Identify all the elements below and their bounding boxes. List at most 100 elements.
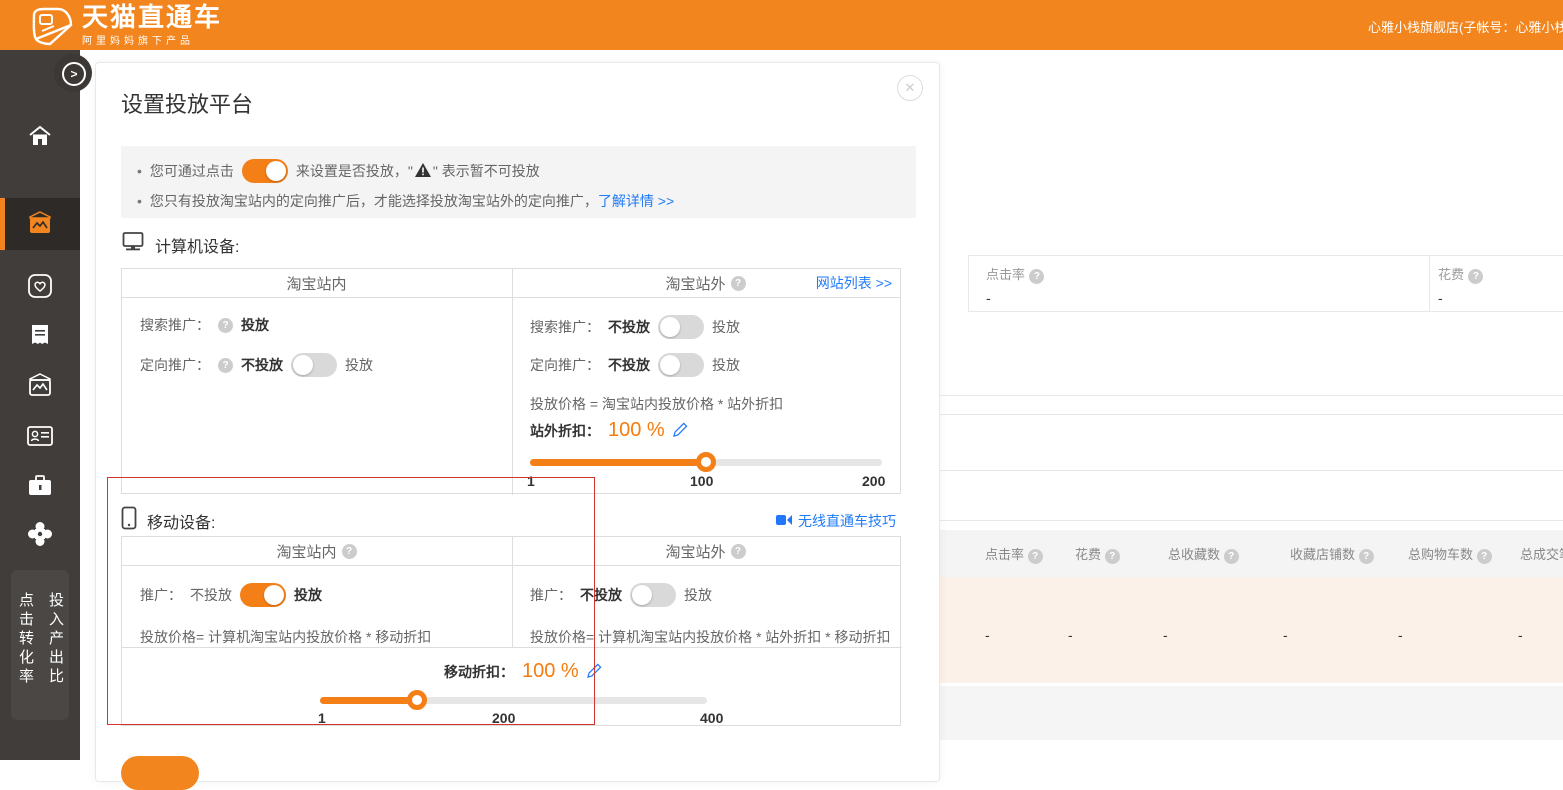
site-list-link[interactable]: 网站列表 >> bbox=[816, 273, 892, 293]
sidebar-item-apps[interactable] bbox=[0, 508, 80, 560]
mobile-section-title: 移动设备: bbox=[121, 506, 215, 535]
sidebar-item-favorites[interactable] bbox=[0, 260, 80, 312]
help-icon[interactable]: ? bbox=[342, 544, 357, 559]
table-row bbox=[940, 686, 1563, 740]
tick-min: 1 bbox=[318, 710, 326, 726]
computer-table: 淘宝站内 淘宝站外 ? 网站列表 >> 搜索推广： ? 投放 定向推广： ? 不… bbox=[121, 268, 901, 494]
close-icon[interactable]: ✕ bbox=[897, 75, 923, 101]
notice-text: 您只有投放淘宝站内的定向推广后，才能选择投放淘宝站外的定向推广， bbox=[150, 191, 598, 211]
computer-table-header: 淘宝站内 淘宝站外 ? 网站列表 >> bbox=[122, 269, 900, 298]
col-ctr: 点击率 ? bbox=[985, 544, 1043, 564]
sidebar-item-campaign-active[interactable] bbox=[0, 198, 80, 250]
ctr-value: - bbox=[986, 290, 1044, 306]
help-icon[interactable]: ? bbox=[1468, 269, 1483, 284]
pc-out-search-toggle[interactable] bbox=[658, 315, 704, 339]
tick-min: 1 bbox=[527, 473, 535, 489]
summary-metric-ctr: 点击率 ? - bbox=[986, 264, 1044, 306]
wireless-tips[interactable]: 无线直通车技巧 bbox=[776, 511, 896, 531]
sidebar: > 点击转化率 投入产出比 bbox=[0, 50, 80, 760]
active-indicator bbox=[0, 198, 5, 250]
sidebar-item-reports[interactable] bbox=[0, 310, 80, 362]
divider bbox=[940, 414, 1563, 415]
pc-out-target-toggle[interactable] bbox=[658, 353, 704, 377]
mobile-table-header: 淘宝站内 ? 淘宝站外 ? bbox=[122, 537, 900, 566]
divider bbox=[1429, 256, 1430, 311]
col-taobao-in: 淘宝站内 bbox=[122, 269, 511, 297]
state-on: 投放 bbox=[241, 315, 269, 335]
help-icon[interactable]: ? bbox=[1359, 549, 1374, 564]
sidebar-expand-button[interactable]: > bbox=[54, 54, 92, 92]
campaign-icon bbox=[26, 211, 54, 237]
state-on: 投放 bbox=[294, 585, 322, 605]
help-icon[interactable]: ? bbox=[218, 358, 233, 373]
mobile-discount-slider[interactable] bbox=[320, 690, 707, 710]
help-icon[interactable]: ? bbox=[731, 544, 746, 559]
home-icon bbox=[27, 124, 53, 148]
mob-in-promo-toggle[interactable] bbox=[240, 583, 286, 607]
wireless-tips-link[interactable]: 无线直通车技巧 bbox=[798, 511, 896, 531]
phone-icon bbox=[121, 506, 137, 535]
divider bbox=[940, 395, 1563, 396]
learn-more-link[interactable]: 了解详情 >> bbox=[598, 191, 674, 211]
top-header: 天猫直通车 阿里妈妈旗下产品 心雅小栈旗舰店(子帐号：心雅小栈 bbox=[0, 0, 1563, 50]
help-icon[interactable]: ? bbox=[1477, 549, 1492, 564]
pc-out-discount: 站外折扣： 100 % bbox=[530, 419, 688, 442]
sidebar-item-home[interactable] bbox=[0, 110, 80, 162]
save-button[interactable] bbox=[121, 756, 199, 790]
computer-icon bbox=[121, 231, 145, 258]
chevron-right-icon: > bbox=[62, 62, 86, 86]
slider-knob[interactable] bbox=[407, 690, 427, 710]
id-card-icon bbox=[26, 424, 54, 448]
cell: - bbox=[1518, 627, 1523, 643]
edit-pencil-icon[interactable] bbox=[673, 422, 688, 440]
receipt-icon bbox=[28, 323, 52, 349]
warning-icon bbox=[415, 163, 431, 180]
divider bbox=[122, 647, 902, 648]
help-icon[interactable]: ? bbox=[218, 318, 233, 333]
mob-out-formula: 投放价格= 计算机淘宝站内投放价格 * 站外折扣 * 移动折扣 bbox=[530, 627, 891, 647]
help-icon[interactable]: ? bbox=[731, 276, 746, 291]
state-off: 不投放 bbox=[580, 585, 622, 605]
notice-line-1: • 您可通过点击 来设置是否投放，" " 表示暂不可投放 bbox=[137, 156, 900, 186]
pc-out-target-row: 定向推广： 不投放 投放 bbox=[530, 353, 740, 377]
train-logo-icon bbox=[28, 5, 74, 47]
account-info[interactable]: 心雅小栈旗舰店(子帐号：心雅小栈 bbox=[1368, 17, 1563, 36]
sidebar-item-contacts[interactable] bbox=[0, 410, 80, 462]
mob-out-promo-toggle[interactable] bbox=[630, 583, 676, 607]
mobile-table: 淘宝站内 ? 淘宝站外 ? 推广： 不投放 投放 推广： 不投放 投放 投放价格… bbox=[121, 536, 901, 726]
mob-in-formula: 投放价格= 计算机淘宝站内投放价格 * 移动折扣 bbox=[140, 627, 431, 647]
logo[interactable]: 天猫直通车 阿里妈妈旗下产品 bbox=[28, 4, 222, 47]
video-icon bbox=[776, 513, 793, 529]
help-icon[interactable]: ? bbox=[1105, 549, 1120, 564]
mob-out-promo-row: 推广： 不投放 投放 bbox=[530, 583, 712, 607]
dialog-title: 设置投放平台 bbox=[121, 87, 253, 119]
cost-value: - bbox=[1438, 290, 1483, 306]
summary-card: 点击率 ? - 花费 ? - bbox=[968, 255, 1563, 312]
sidebar-item-gallery[interactable] bbox=[0, 360, 80, 412]
sidebar-metrics-panel[interactable]: 点击转化率 投入产出比 bbox=[11, 570, 69, 720]
pc-in-search-row: 搜索推广： ? 投放 bbox=[140, 315, 269, 335]
help-icon[interactable]: ? bbox=[1028, 549, 1043, 564]
app-subtitle: 阿里妈妈旗下产品 bbox=[82, 32, 222, 47]
sidebar-item-toolbox[interactable] bbox=[0, 460, 80, 512]
col-cost: 花费 ? bbox=[1075, 544, 1120, 564]
state-off: 不投放 bbox=[608, 317, 650, 337]
edit-pencil-icon[interactable] bbox=[587, 663, 602, 681]
metric-click-conversion: 点击转化率 bbox=[14, 592, 36, 720]
slider-knob[interactable] bbox=[696, 452, 716, 472]
pc-in-target-toggle[interactable] bbox=[291, 353, 337, 377]
tick-mid: 100 bbox=[690, 473, 713, 489]
state-off: 不投放 bbox=[241, 355, 283, 375]
col-fav-total: 总收藏数 ? bbox=[1168, 544, 1239, 564]
pc-out-discount-slider[interactable] bbox=[530, 452, 882, 472]
metrics-table-header: 点击率 ? 花费 ? 总收藏数 ? 收藏店铺数 ? 总购物车数 ? 总成交笔 bbox=[940, 530, 1563, 577]
divider bbox=[512, 269, 513, 495]
divider bbox=[940, 470, 1563, 471]
help-icon[interactable]: ? bbox=[1224, 549, 1239, 564]
ctr-label: 点击率 bbox=[986, 267, 1025, 282]
pc-out-search-row: 搜索推广： 不投放 投放 bbox=[530, 315, 740, 339]
cell: - bbox=[985, 627, 990, 643]
bullet: • bbox=[137, 193, 142, 209]
help-icon[interactable]: ? bbox=[1029, 269, 1044, 284]
col-deals: 总成交笔 bbox=[1520, 544, 1563, 563]
